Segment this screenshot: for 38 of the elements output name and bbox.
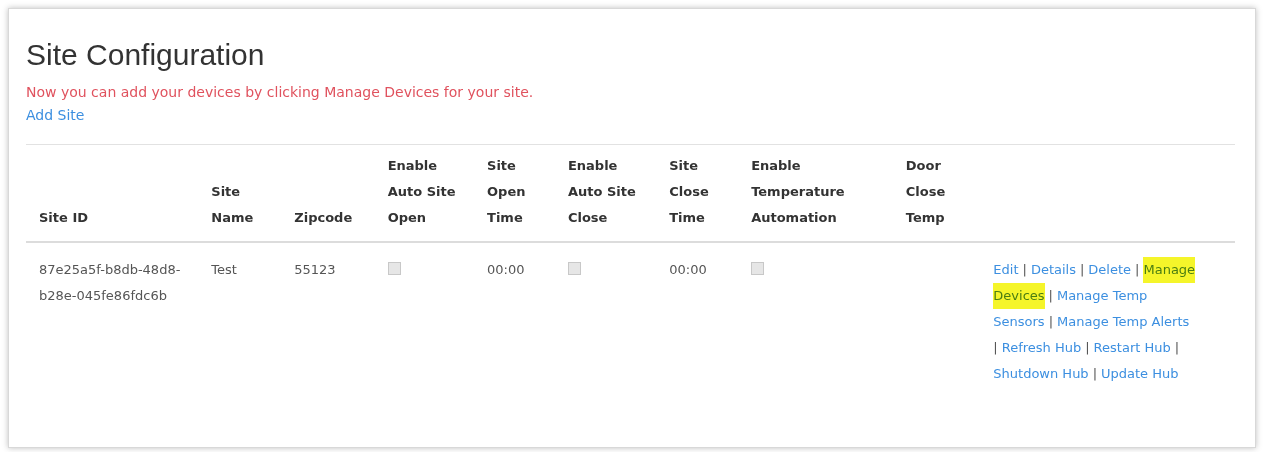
- action-link[interactable]: Details: [1030, 257, 1076, 283]
- link-separator: |: [1022, 261, 1027, 279]
- action-link[interactable]: Manage: [1143, 257, 1196, 283]
- action-link[interactable]: Devices: [993, 283, 1045, 309]
- action-link[interactable]: Manage Temp: [1056, 283, 1148, 309]
- column-header: Site ID: [39, 210, 88, 225]
- column-header: Zipcode: [294, 210, 353, 225]
- action-link[interactable]: Update Hub: [1101, 361, 1179, 387]
- action-link[interactable]: Manage Temp Alerts: [1057, 309, 1190, 335]
- table-cell: 00:00: [669, 262, 707, 277]
- link-separator: |: [1079, 261, 1085, 279]
- table-cell: Test: [211, 262, 237, 277]
- table-cell: 00:00: [487, 262, 525, 277]
- action-link[interactable]: Refresh Hub: [1001, 335, 1082, 361]
- action-link[interactable]: Edit: [993, 257, 1019, 283]
- table-cell: 55123: [294, 262, 336, 277]
- action-link[interactable]: Delete: [1088, 257, 1132, 283]
- link-separator: |: [1174, 339, 1180, 357]
- link-separator: |: [1048, 313, 1054, 331]
- notice-text: Now you can add your devices by clicking Manage Devices for your site.: [26, 83, 535, 102]
- column-header: Enable Auto Site Open: [387, 158, 456, 225]
- link-separator: |: [993, 339, 998, 357]
- page-title: Site Configuration: [26, 37, 266, 73]
- link-separator: |: [1048, 287, 1053, 305]
- action-link[interactable]: Sensors: [993, 309, 1045, 335]
- link-separator: |: [1092, 365, 1097, 383]
- link-separator: |: [1135, 261, 1140, 279]
- column-header: Site Name: [211, 184, 254, 225]
- table-cell: 87e25a5f-b8db-48d8-b28e-045fe86fdc6b: [39, 262, 181, 303]
- column-header: Enable Temperature Automation: [751, 158, 845, 225]
- link-separator: |: [1085, 339, 1090, 357]
- column-header: Site Close Time: [669, 158, 709, 225]
- column-header: Door Close Temp: [905, 158, 946, 225]
- add-site-link[interactable]: Add Site: [26, 107, 85, 123]
- column-header: Site Open Time: [487, 158, 526, 225]
- column-header: Enable Auto Site Close: [567, 158, 636, 225]
- action-link[interactable]: Shutdown Hub: [993, 361, 1089, 387]
- action-link[interactable]: Restart Hub: [1093, 335, 1171, 361]
